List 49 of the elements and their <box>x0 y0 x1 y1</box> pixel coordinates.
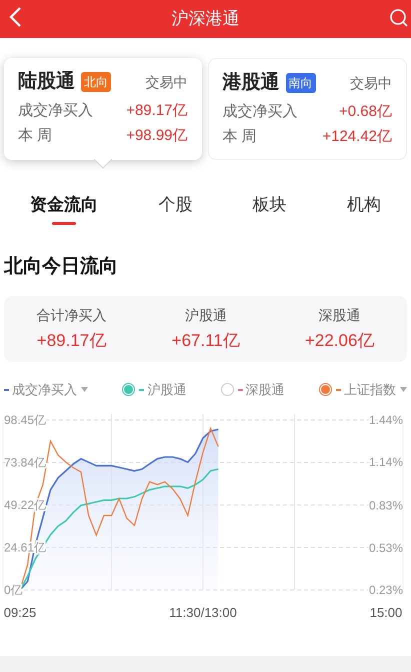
back-icon[interactable] <box>8 6 22 28</box>
row-value: +98.99亿 <box>126 126 188 146</box>
axis-label: 1.14% <box>368 454 403 469</box>
section-title: 北向今日流向 <box>2 254 119 279</box>
summary-value: +89.17亿 <box>36 330 106 352</box>
direction-tag: 南向 <box>286 73 316 94</box>
summary-value: +67.11亿 <box>172 330 240 352</box>
summary-label: 深股通 <box>318 306 361 324</box>
legend-label: 沪股通 <box>147 381 186 399</box>
summary-label: 合计净买入 <box>36 306 107 324</box>
summary-value: +22.06亿 <box>304 330 374 352</box>
tab[interactable]: 资金流向 <box>30 188 98 227</box>
axis-label: 09:25 <box>4 604 36 620</box>
pointer-icon <box>94 158 112 168</box>
status-label: 交易中 <box>146 72 188 92</box>
tab[interactable]: 板块 <box>252 188 287 227</box>
axis-label: 0.53% <box>368 540 403 554</box>
legend-label: 深股通 <box>246 381 285 399</box>
tab[interactable]: 个股 <box>158 188 192 227</box>
tab[interactable]: 机构 <box>346 188 381 227</box>
card-title: 陆股通 <box>18 70 75 94</box>
legend-item[interactable]: 上证指数 <box>318 380 407 400</box>
axis-label: 1.44% <box>368 412 403 426</box>
legend-item[interactable]: 沪股通 <box>122 380 186 400</box>
axis-label: 15:00 <box>370 604 402 620</box>
search-icon[interactable] <box>389 8 409 28</box>
axis-label: 0.23% <box>368 582 403 596</box>
axis-label: 98.45亿 <box>4 412 46 426</box>
axis-label: 73.84亿 <box>4 455 46 469</box>
row-label: 本 周 <box>222 126 257 146</box>
row-value: +0.68亿 <box>339 102 392 122</box>
legend-item[interactable]: 成交净买入 <box>4 380 88 400</box>
legend-label: 成交净买入 <box>12 381 77 399</box>
row-label: 成交净买入 <box>222 102 298 122</box>
page-title: 沪深港通 <box>172 8 240 30</box>
row-value: +89.17亿 <box>126 100 188 120</box>
axis-label: 0.83% <box>368 498 403 512</box>
direction-tag: 北向 <box>81 72 111 92</box>
legend-label: 上证指数 <box>344 381 396 399</box>
market-card[interactable]: 港股通 南向 交易中 成交净买入 +0.68亿 本 周 +124.42亿 <box>208 58 407 160</box>
summary-label: 沪股通 <box>184 306 227 324</box>
axis-label: 0亿 <box>4 582 23 596</box>
legend-item[interactable]: 深股通 <box>220 380 285 400</box>
card-title: 港股通 <box>222 70 280 95</box>
row-label: 本 周 <box>18 126 52 146</box>
status-label: 交易中 <box>350 74 392 93</box>
row-value: +124.42亿 <box>322 126 392 146</box>
row-label: 成交净买入 <box>18 100 93 120</box>
axis-label: 11:30/13:00 <box>169 604 237 620</box>
